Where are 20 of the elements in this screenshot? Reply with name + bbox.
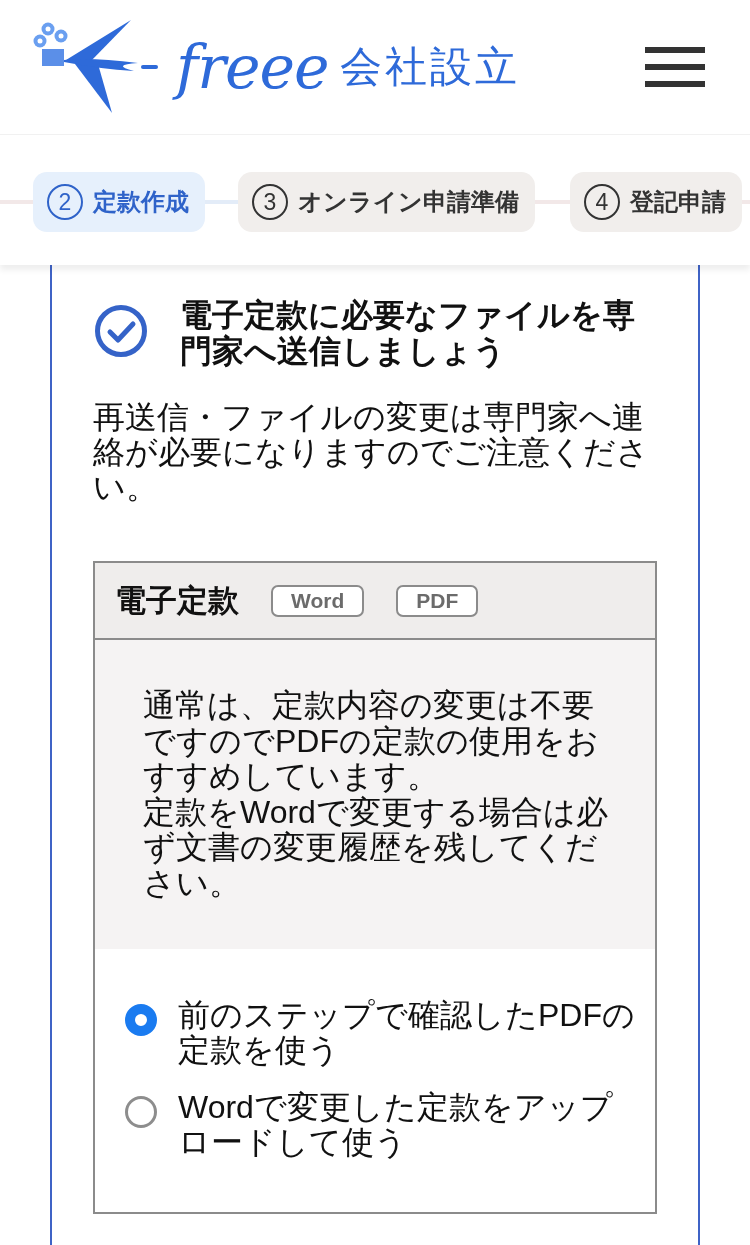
format-button[interactable]: Word <box>271 584 365 617</box>
step-number: 3 <box>252 184 288 220</box>
notice-text: 通常は、定款内容の変更は不要ですのでPDFの定款の使用をおすすめしています。 <box>143 688 600 795</box>
radio-button[interactable] <box>125 1096 157 1128</box>
task-title: 電子定款に必要なファイルを専門家へ送信しましょう <box>180 297 636 369</box>
option-label[interactable]: 前のステップで確認したPDFの定款を使う <box>178 998 643 1068</box>
radio-button[interactable] <box>125 1004 157 1036</box>
option-label[interactable]: Wordで変更した定款をアップロードして使う <box>178 1090 643 1160</box>
format-button[interactable]: PDF <box>396 584 479 617</box>
step-tab[interactable]: 2 定款作成 <box>33 172 205 232</box>
menu-icon[interactable] <box>645 47 705 87</box>
logo-title: 会社設立 <box>340 46 521 88</box>
step-number: 2 <box>47 184 83 220</box>
task-note: 再送信・ファイルの変更は専門家へ連絡が必要になりますのでご注意ください。 <box>93 400 650 505</box>
step-number: 4 <box>584 184 620 220</box>
check-circle-icon <box>95 305 147 357</box>
step-tab[interactable]: 3 オンライン申請準備 <box>238 172 535 232</box>
step-tab[interactable]: 4 登記申請 <box>570 172 742 232</box>
notice-text: 定款をWordで変更する場合は必ず文書の変更履歴を残してください。 <box>143 794 609 901</box>
panel-title: 電子定款 <box>115 581 239 620</box>
